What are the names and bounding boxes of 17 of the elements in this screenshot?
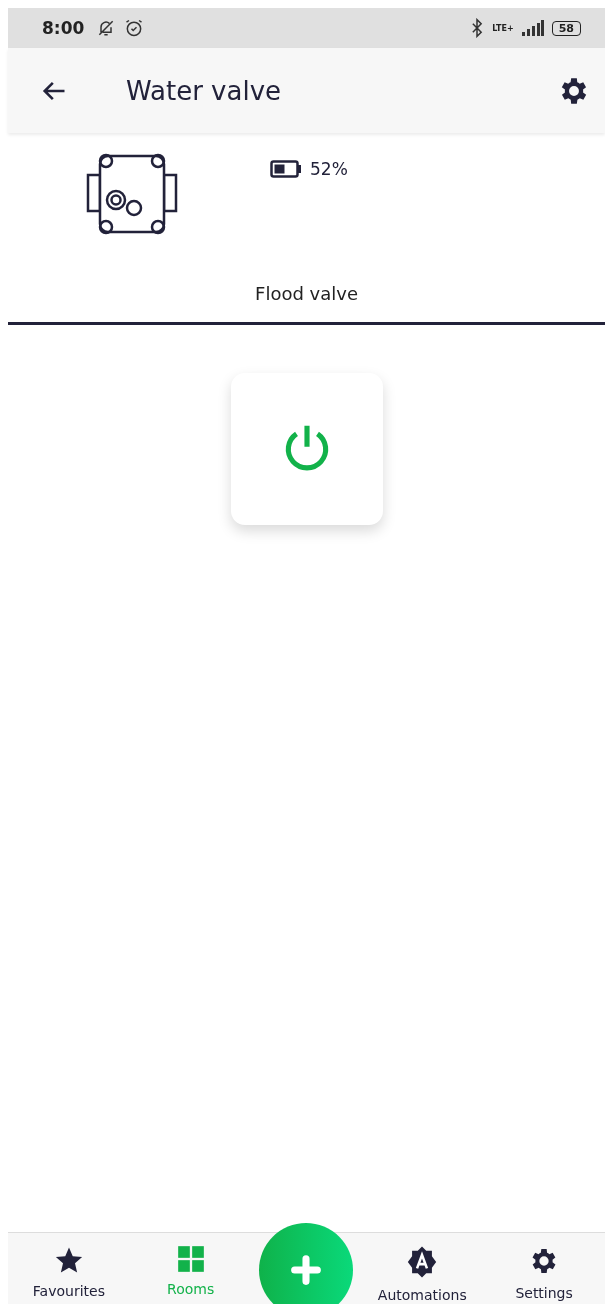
alarm-icon — [124, 18, 145, 38]
power-button[interactable] — [230, 373, 383, 525]
nav-tab[interactable]: Automations — [361, 1233, 484, 1304]
nav-tab[interactable]: Favourites — [8, 1233, 130, 1300]
valve-device-icon — [86, 153, 178, 235]
signal-icon — [521, 20, 544, 36]
plus-icon — [289, 1253, 324, 1287]
screen-title: Water valve — [126, 75, 282, 106]
nav-tab[interactable]: Settings — [483, 1233, 605, 1302]
status-time: 8:00 — [42, 18, 85, 38]
network-type: LTE+ — [492, 23, 514, 33]
battery-percent: 52% — [310, 159, 348, 179]
battery-indicator: 58 — [551, 20, 581, 36]
battery-icon — [270, 160, 302, 178]
device-name: Flood valve — [255, 283, 358, 304]
grid-icon — [176, 1245, 205, 1273]
bluetooth-icon — [470, 18, 485, 38]
